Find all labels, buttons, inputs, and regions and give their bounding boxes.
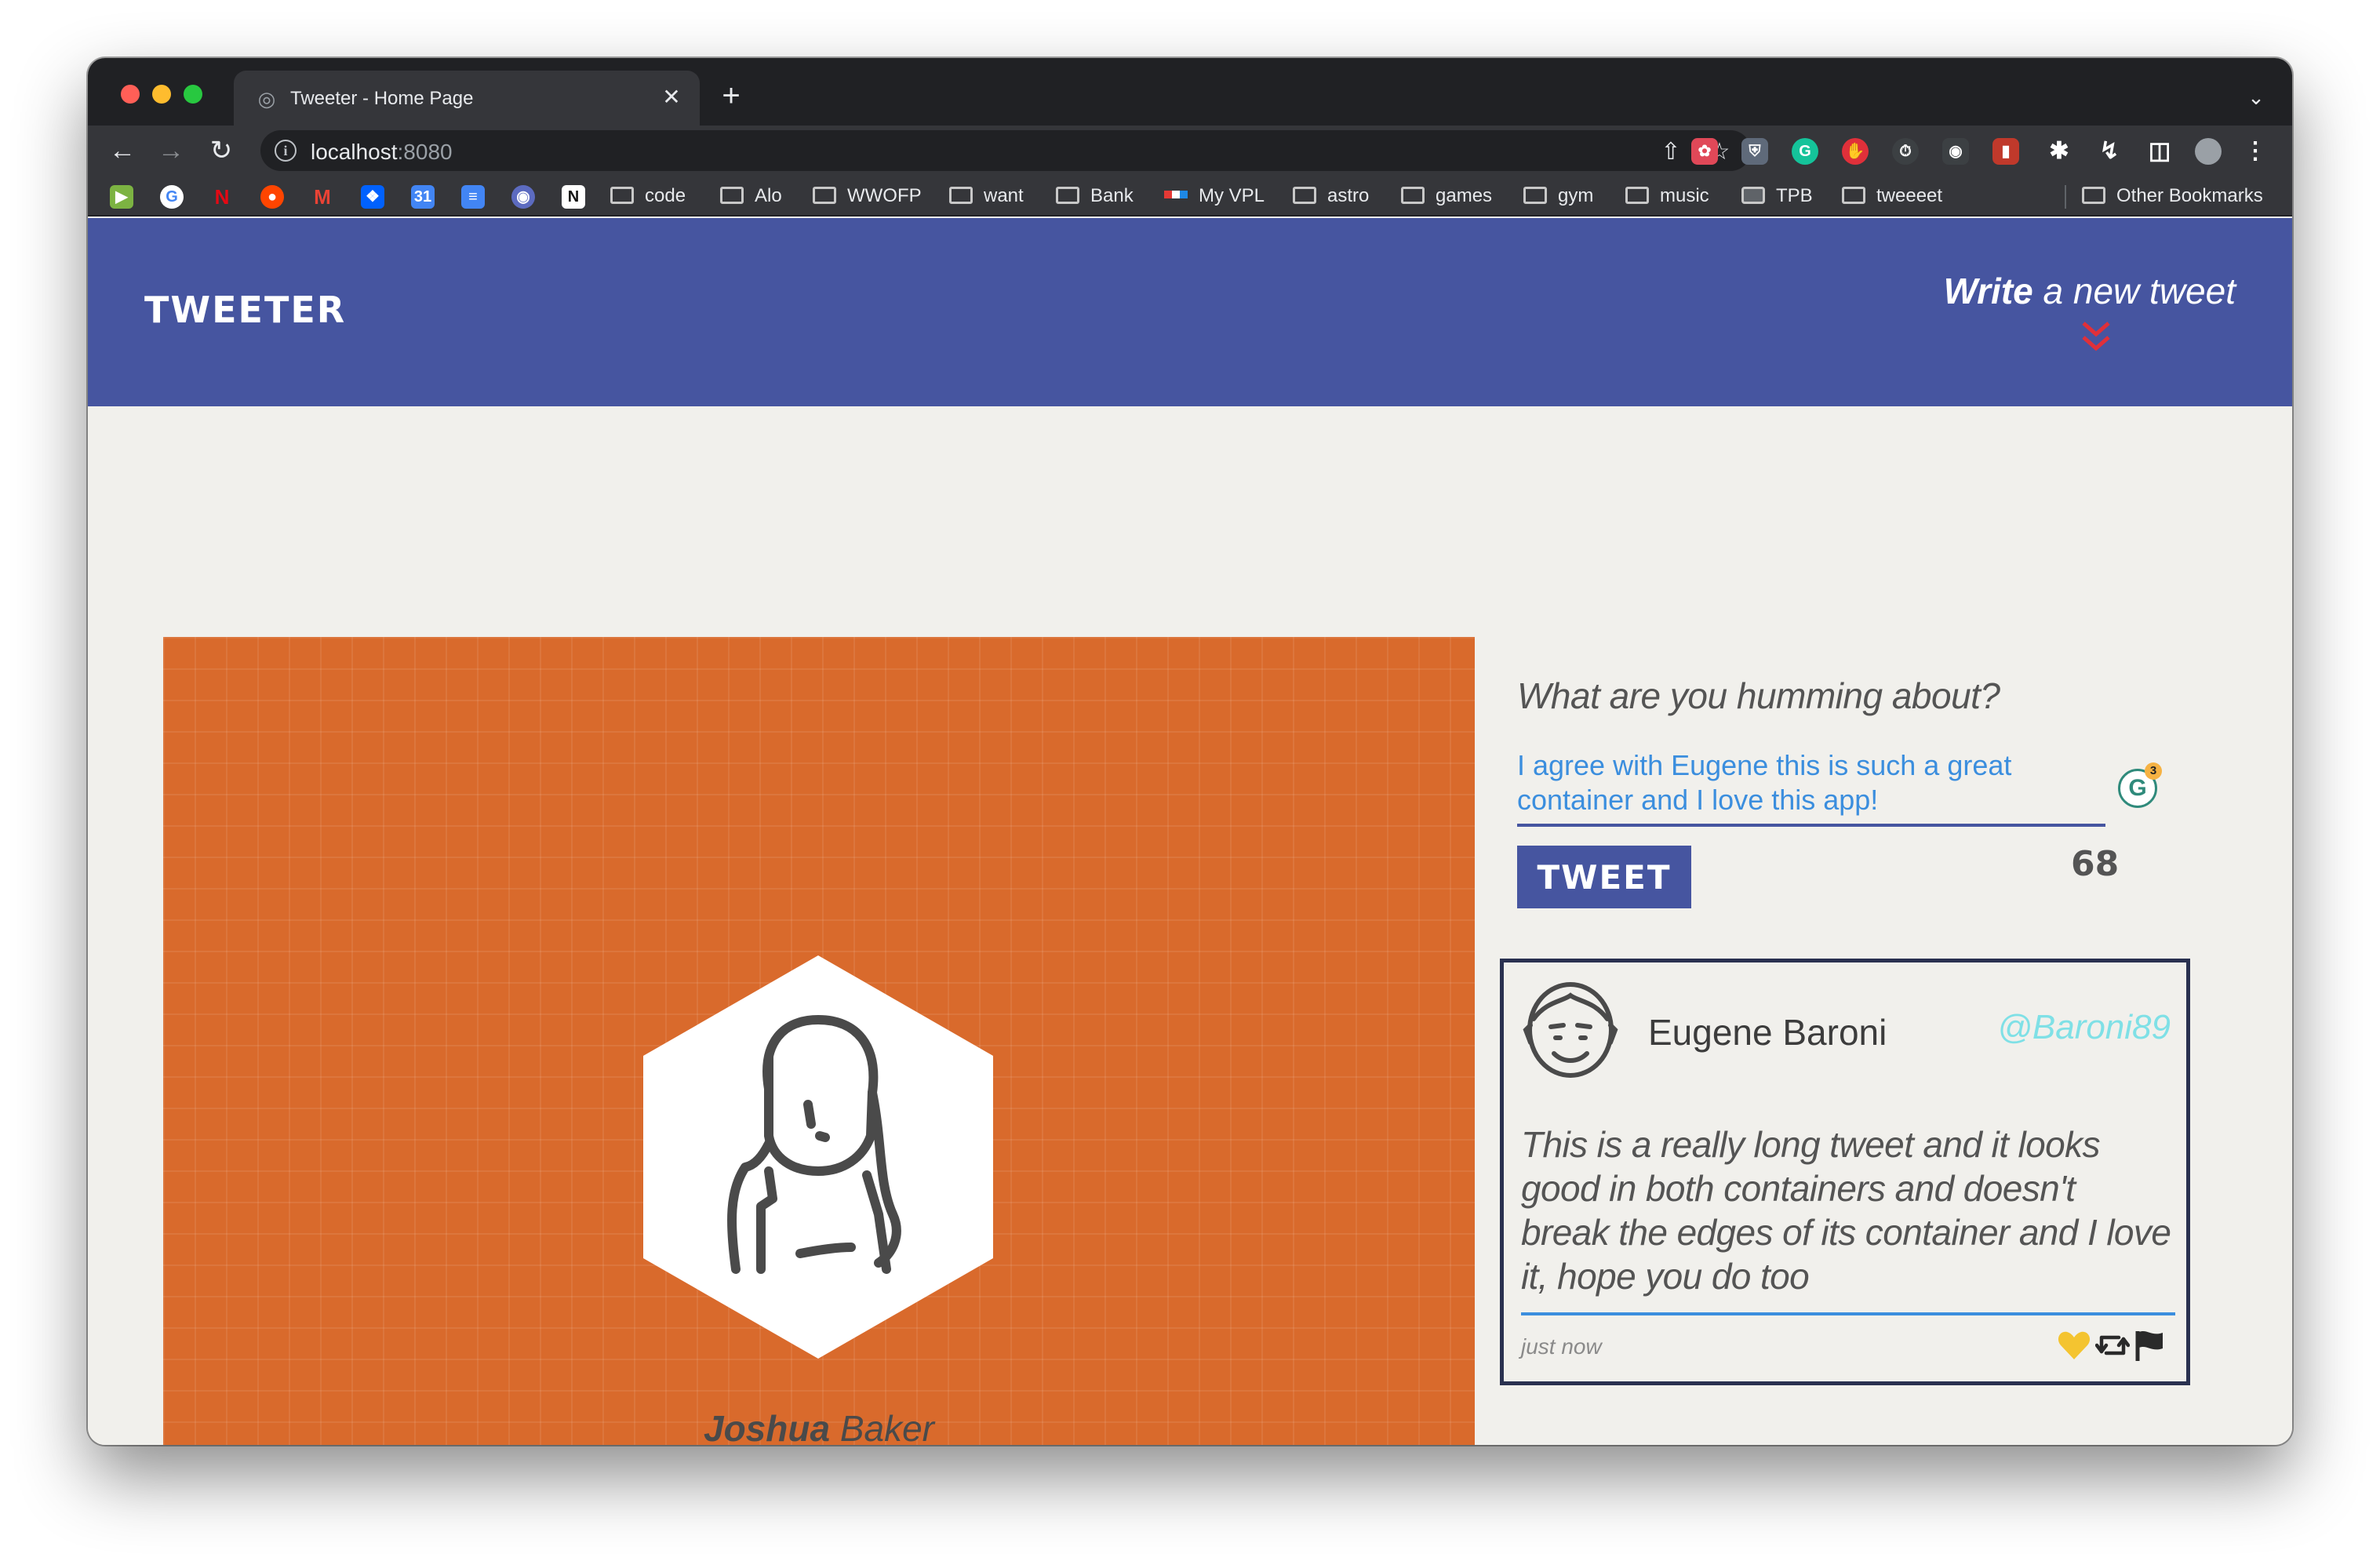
bookmark-tpb[interactable]: TPB (1741, 184, 1813, 209)
bookmark-other-bookmarks[interactable]: Other Bookmarks (2082, 184, 2263, 209)
tab-title: Tweeter - Home Page (290, 88, 474, 109)
tpb-icon (1741, 187, 1765, 204)
tab-close-icon[interactable]: ✕ (657, 83, 686, 111)
bookmark-folder-want[interactable]: want (949, 184, 1024, 209)
bookmark-folder-wwofp[interactable]: WWOFP (813, 184, 922, 209)
tweet-actions (2057, 1328, 2167, 1363)
folder-icon (1842, 187, 1865, 204)
tweet-card: Eugene Baroni @Baroni89 This is a really… (1500, 959, 2190, 1385)
folder-icon (1625, 187, 1649, 204)
side-panel-icon[interactable]: ◫ (2146, 138, 2173, 165)
heart-icon[interactable] (2057, 1328, 2091, 1363)
notion-bookmark-icon[interactable]: N (562, 185, 585, 209)
tweet-textarea[interactable]: I agree with Eugene this is such a great… (1517, 748, 2105, 827)
tweet-divider (1521, 1312, 2175, 1315)
browser-tab[interactable]: ◎ Tweeter - Home Page ✕ (234, 71, 700, 126)
folder-icon (1523, 187, 1547, 204)
tab-strip: ◎ Tweeter - Home Page ✕ + ⌄ (88, 58, 2292, 126)
page-content: TWEETER Write a new tweet Joshua Baker W… (88, 218, 2292, 1445)
folder-icon (2082, 187, 2105, 204)
folder-icon (1401, 187, 1425, 204)
tweet-body: This is a really long tweet and it looks… (1521, 1124, 2171, 1297)
tab-search-chevron-icon[interactable]: ⌄ (2240, 82, 2272, 113)
shield-extension-icon[interactable]: ⛨ (1741, 138, 1768, 165)
url-text[interactable]: localhost:8080 (311, 140, 453, 165)
flag-icon[interactable] (2133, 1328, 2167, 1363)
dropbox-bookmark-icon[interactable]: ❖ (361, 185, 384, 209)
profile-card: Joshua Baker (163, 637, 1475, 1445)
netflix-bookmark-icon[interactable]: N (210, 185, 234, 209)
profile-name: Joshua Baker (704, 1408, 934, 1445)
book-extension-icon[interactable]: ▮ (1992, 138, 2019, 165)
double-chevron-down-icon[interactable] (2080, 318, 2112, 358)
puzzle-extensions-icon[interactable]: ✱ (2046, 138, 2072, 165)
bookmark-folder-games[interactable]: games (1401, 184, 1492, 209)
google-bookmark-icon[interactable]: G (160, 185, 184, 209)
bookmark-folder-bank[interactable]: Bank (1056, 184, 1134, 209)
character-counter: 68 (2071, 844, 2120, 884)
globe-icon: ◎ (257, 87, 276, 111)
site-info-icon[interactable]: i (275, 140, 297, 162)
composer-prompt: What are you humming about? (1517, 675, 2000, 716)
profile-avatar[interactable] (2195, 138, 2222, 165)
bookmarks-separator (2065, 185, 2066, 209)
zoom-window-button[interactable] (184, 85, 202, 104)
grammarly-count-badge: 3 (2145, 762, 2162, 780)
folder-icon (1293, 187, 1316, 204)
vpl-icon (1164, 191, 1188, 198)
back-arrow-icon[interactable]: ← (105, 133, 140, 168)
site-nav: TWEETER Write a new tweet (88, 218, 2292, 406)
bookmark-app-icon[interactable]: ▶ (110, 185, 133, 209)
brand-logo[interactable]: TWEETER (144, 289, 346, 331)
lightning-extension-icon[interactable]: ↯ (2096, 138, 2123, 165)
bookmark-folder-gym[interactable]: gym (1523, 184, 1593, 209)
extension-red-icon[interactable]: ✿ (1691, 138, 1718, 165)
calendar-bookmark-icon[interactable]: 31 (411, 185, 435, 209)
folder-icon (949, 187, 973, 204)
tweet-submit-button[interactable]: TWEET (1517, 846, 1691, 908)
forward-arrow-icon[interactable]: → (154, 133, 188, 168)
bookmark-folder-code[interactable]: code (610, 184, 686, 209)
reddit-bookmark-icon[interactable]: ● (260, 185, 284, 209)
bookmark-folder-astro[interactable]: astro (1293, 184, 1369, 209)
minimize-window-button[interactable] (152, 85, 171, 104)
docs-bookmark-icon[interactable]: ≡ (461, 185, 485, 209)
new-tab-button[interactable]: + (715, 80, 747, 113)
folder-icon (720, 187, 744, 204)
bookmark-my-vpl[interactable]: My VPL (1164, 184, 1265, 209)
bookmarks-bar: ▶ G N ● M ❖ 31 ≡ ◉ N code Alo WWOFP want… (88, 176, 2292, 217)
profile-avatar-hexagon (643, 955, 993, 1359)
bookmark-folder-music[interactable]: music (1625, 184, 1709, 209)
share-icon[interactable]: ⇧ (1657, 138, 1685, 166)
speedometer-extension-icon[interactable]: ⏱ (1892, 138, 1919, 165)
bookmark-folder-alo[interactable]: Alo (720, 184, 782, 209)
gmail-bookmark-icon[interactable]: M (311, 185, 334, 209)
spy-extension-icon[interactable]: ◉ (1942, 138, 1969, 165)
tweet-avatar (1523, 982, 1618, 1078)
retweet-icon[interactable] (2094, 1328, 2130, 1363)
browser-window: ◎ Tweeter - Home Page ✕ + ⌄ ← → ↻ i loca… (88, 58, 2292, 1445)
folder-icon (610, 187, 634, 204)
tweet-author-handle[interactable]: @Baroni89 (1997, 1008, 2171, 1047)
tweet-timestamp: just now (1521, 1334, 1602, 1359)
bookmark-folder-tweeeet[interactable]: tweeeet (1842, 184, 1942, 209)
adblock-extension-icon[interactable]: ✋ (1842, 138, 1869, 165)
browser-menu-icon[interactable]: ⋮ (2242, 138, 2269, 165)
tweet-author-name: Eugene Baroni (1648, 1012, 1887, 1053)
address-bar[interactable]: i localhost:8080 ⇧ ☆ (260, 130, 1751, 171)
reload-icon[interactable]: ↻ (204, 133, 238, 168)
close-window-button[interactable] (121, 85, 140, 104)
grammarly-extension-icon[interactable]: G (1792, 138, 1818, 165)
folder-icon (813, 187, 836, 204)
folder-icon (1056, 187, 1079, 204)
write-new-tweet-link[interactable]: Write a new tweet (1944, 270, 2236, 312)
bookmark-circle-icon[interactable]: ◉ (511, 185, 535, 209)
browser-toolbar: ← → ↻ i localhost:8080 ⇧ ☆ ✿ ⛨ G ✋ ⏱ ◉ ▮… (88, 126, 2292, 176)
